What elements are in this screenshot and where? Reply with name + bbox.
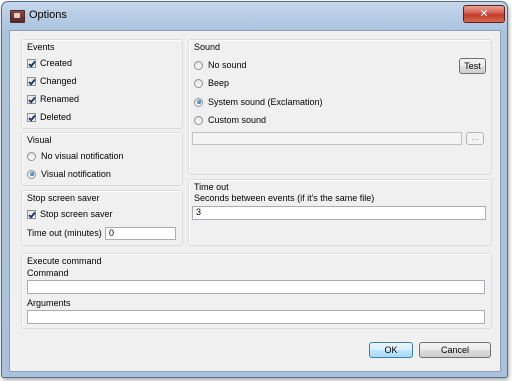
timeout-minutes-label: Time out (minutes): [27, 228, 102, 238]
seconds-between-events-label: Seconds between events (if it's the same…: [194, 193, 375, 203]
test-sound-button[interactable]: Test: [459, 58, 486, 74]
screensaver-legend: Stop screen saver: [27, 193, 100, 203]
checkbox-checked-icon: [27, 58, 36, 68]
stop-screensaver-checkbox[interactable]: Stop screen saver: [27, 209, 113, 219]
radio-unselected-icon: [27, 151, 36, 161]
sound-system-label: System sound (Exclamation): [208, 97, 323, 107]
event-created-checkbox[interactable]: Created: [27, 58, 72, 68]
checkbox-checked-icon: [27, 112, 36, 122]
event-changed-checkbox[interactable]: Changed: [27, 76, 77, 86]
radio-selected-icon: [27, 169, 36, 179]
sound-system-radio[interactable]: System sound (Exclamation): [194, 97, 323, 107]
visual-none-radio[interactable]: No visual notification: [27, 151, 124, 161]
event-created-label: Created: [40, 58, 73, 68]
custom-sound-path-field[interactable]: [192, 132, 462, 145]
stop-screensaver-label: Stop screen saver: [40, 209, 113, 219]
event-changed-label: Changed: [40, 76, 77, 86]
browse-sound-button[interactable]: ...: [466, 132, 484, 145]
timeout-legend: Time out: [194, 182, 229, 192]
radio-unselected-icon: [194, 78, 203, 88]
sound-legend: Sound: [194, 42, 221, 52]
sound-beep-radio[interactable]: Beep: [194, 78, 229, 88]
checkbox-checked-icon: [27, 76, 36, 86]
timeout-group: Time out Seconds between events (if it's…: [188, 179, 492, 246]
screensaver-group: Stop screen saver Stop screen saver Time…: [21, 190, 183, 246]
events-legend: Events: [27, 42, 55, 52]
timeout-minutes-field[interactable]: 0: [105, 227, 176, 240]
close-button[interactable]: ✕: [463, 5, 505, 23]
command-field[interactable]: [27, 280, 485, 294]
visual-legend: Visual: [27, 135, 52, 145]
sound-beep-label: Beep: [208, 78, 230, 88]
sound-group: Sound No sound Beep System sound (Exclam…: [188, 39, 492, 175]
app-icon: [10, 10, 25, 23]
ok-button[interactable]: OK: [369, 342, 413, 358]
dialog-client-area: Events Created Changed Renamed Deleted V…: [9, 30, 501, 372]
execute-command-legend: Execute command: [27, 256, 102, 266]
event-renamed-checkbox[interactable]: Renamed: [27, 94, 79, 104]
checkbox-checked-icon: [27, 94, 36, 104]
visual-notification-radio[interactable]: Visual notification: [27, 169, 111, 179]
events-group: Events Created Changed Renamed Deleted: [21, 39, 183, 129]
cancel-button[interactable]: Cancel: [419, 342, 491, 358]
event-deleted-checkbox[interactable]: Deleted: [27, 112, 71, 122]
execute-command-group: Execute command Command Arguments: [21, 253, 492, 329]
event-deleted-label: Deleted: [40, 112, 72, 122]
visual-group: Visual No visual notification Visual not…: [21, 132, 183, 186]
title-bar[interactable]: Options ✕: [2, 2, 507, 30]
sound-none-label: No sound: [208, 60, 247, 70]
event-renamed-label: Renamed: [40, 94, 80, 104]
command-label: Command: [27, 268, 69, 278]
radio-selected-icon: [194, 97, 203, 107]
sound-custom-radio[interactable]: Custom sound: [194, 115, 266, 125]
visual-none-label: No visual notification: [41, 151, 124, 161]
window-title: Options: [29, 9, 67, 21]
options-window: Options ✕ Events Created Changed Renamed…: [1, 1, 508, 378]
arguments-field[interactable]: [27, 310, 485, 324]
radio-unselected-icon: [194, 60, 203, 70]
arguments-label: Arguments: [27, 298, 71, 308]
checkbox-checked-icon: [27, 209, 36, 219]
seconds-between-events-field[interactable]: 3: [192, 206, 486, 220]
sound-none-radio[interactable]: No sound: [194, 60, 247, 70]
radio-unselected-icon: [194, 115, 203, 125]
sound-custom-label: Custom sound: [208, 115, 267, 125]
visual-notification-label: Visual notification: [41, 169, 111, 179]
